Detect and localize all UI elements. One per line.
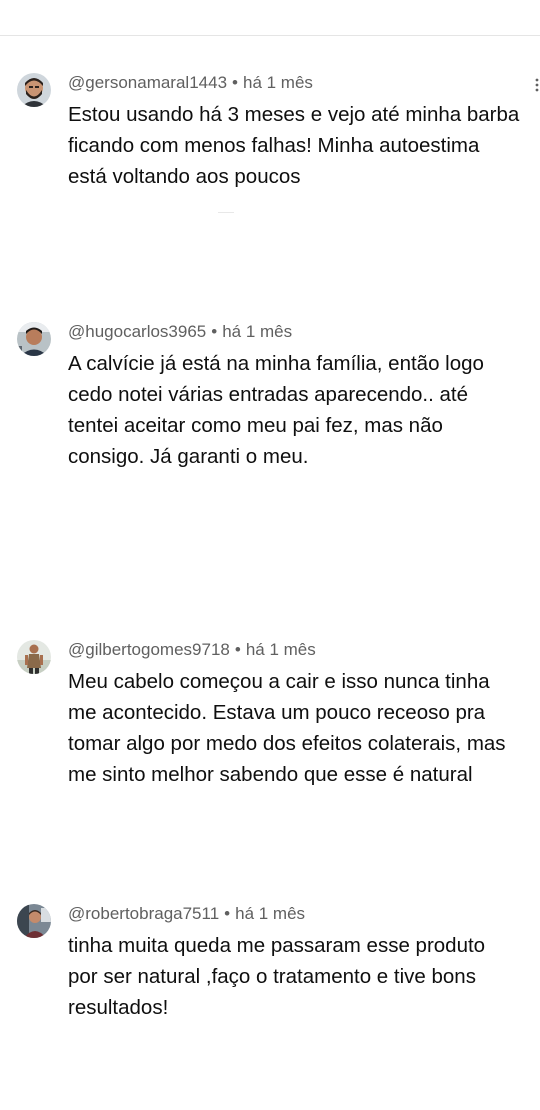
- meta-separator: •: [224, 904, 231, 923]
- comment-time[interactable]: há 1 mês: [222, 322, 292, 341]
- man-indoor-avatar[interactable]: [17, 904, 51, 938]
- man-standing-avatar[interactable]: [17, 640, 51, 674]
- comment-author[interactable]: @gersonamaral1443: [68, 73, 227, 92]
- comment-text: tinha muita queda me passaram esse produ…: [68, 934, 486, 1019]
- comment-author[interactable]: @robertobraga7511: [68, 904, 219, 923]
- vertical-dots-icon[interactable]: [534, 77, 540, 93]
- man-in-car-avatar[interactable]: [17, 322, 51, 356]
- comment-meta: @gilbertogomes9718 • há 1 mês: [68, 640, 316, 660]
- bearded-man-avatar[interactable]: [17, 73, 51, 107]
- comment-text: A calvície já está na minha família, ent…: [68, 352, 484, 468]
- comment-time[interactable]: há 1 mês: [235, 904, 305, 923]
- meta-separator: •: [234, 640, 241, 659]
- comment-text: Estou usando há 3 meses e vejo até minha…: [68, 103, 520, 188]
- comment-author[interactable]: @gilbertogomes9718: [68, 640, 230, 659]
- faint-mark: [218, 212, 234, 213]
- comment-author[interactable]: @hugocarlos3965: [68, 322, 206, 341]
- meta-separator: •: [232, 73, 238, 92]
- comment-meta: @robertobraga7511 • há 1 mês: [68, 904, 305, 924]
- top-divider: [0, 35, 540, 36]
- comment-meta: @gersonamaral1443 • há 1 mês: [68, 73, 313, 93]
- comment-time[interactable]: há 1 mês: [243, 73, 313, 92]
- comment-time[interactable]: há 1 mês: [246, 640, 316, 659]
- meta-separator: •: [211, 322, 218, 341]
- comment-text: Meu cabelo começou a cair e isso nunca t…: [68, 670, 506, 786]
- comment-meta: @hugocarlos3965 • há 1 mês: [68, 322, 292, 342]
